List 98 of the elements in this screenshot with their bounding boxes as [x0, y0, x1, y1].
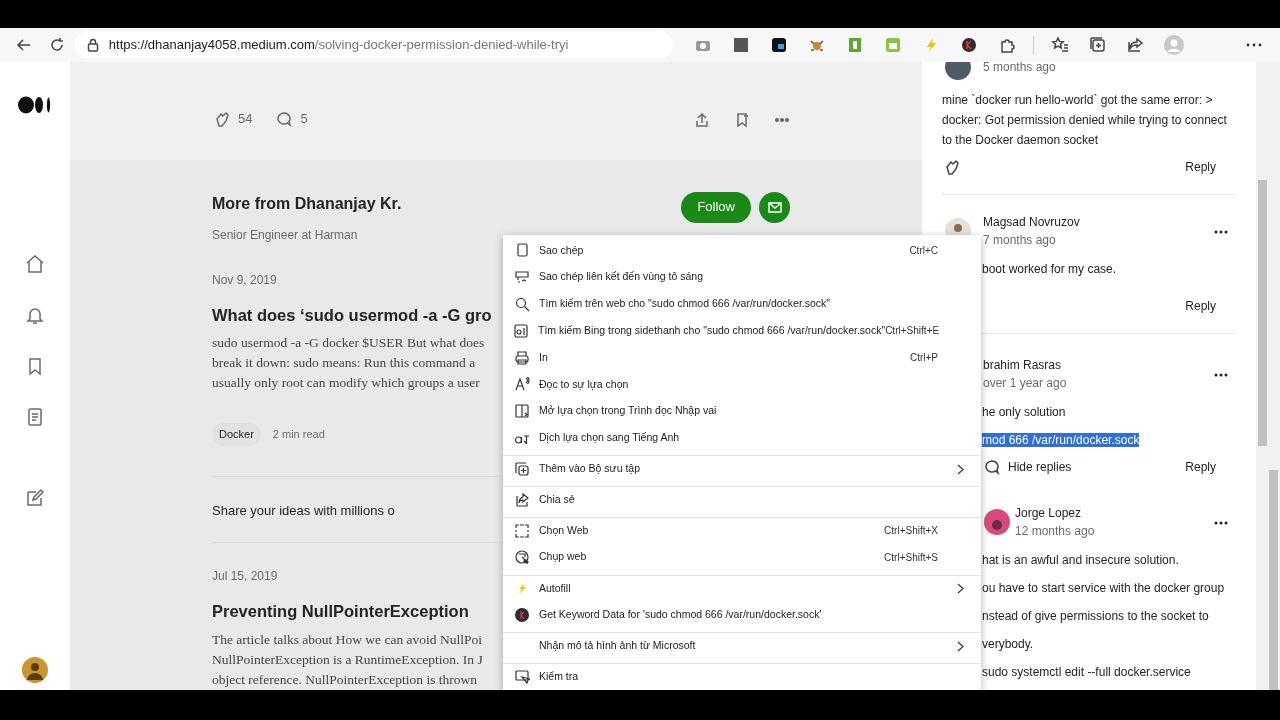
comment-time: 7 months ago	[983, 232, 1057, 249]
banner-text: Share your ideas with millions o	[212, 501, 395, 520]
collections-icon	[513, 461, 530, 478]
capture-icon	[513, 549, 530, 566]
favorites-icon	[1051, 36, 1069, 54]
extension-icon	[732, 36, 750, 54]
extension-icon	[513, 606, 530, 623]
excerpt-line: sudo usermod -a -G docker $USER But what does	[212, 334, 485, 353]
link-icon	[513, 269, 530, 286]
menu-item[interactable]: Kiểm tra	[503, 662, 981, 690]
excerpt-line: object reference. NullPointerException is thrown	[212, 671, 478, 689]
comment-time: 5 months ago	[983, 62, 1057, 76]
subscribe-button[interactable]	[759, 191, 790, 223]
menu-item[interactable]: Sao chép Ctrl+C	[503, 237, 981, 264]
avatar-icon	[984, 509, 1010, 535]
menu-item[interactable]: Tìm kiếm Bing trong sidethanh cho "sudo chmod 666 /var/run/docker.sock"Ctrl+Shift+E	[503, 317, 981, 345]
bookmark-icon	[734, 111, 750, 128]
sidebar-search-icon	[513, 322, 529, 339]
comment-icon	[276, 111, 293, 127]
share-icon	[1127, 36, 1145, 54]
comment-text: he only solution	[982, 405, 1066, 419]
follow-button[interactable]: Follow	[681, 191, 751, 223]
more-icon	[1214, 372, 1228, 377]
menu-item[interactable]: Chia sẻ	[503, 486, 981, 513]
menu-item[interactable]: Thêm vào Bộ sưu tập	[503, 455, 981, 483]
article-date: Nov 9, 2019	[212, 271, 277, 289]
print-icon	[513, 349, 530, 366]
read-time: 2 min read	[272, 427, 325, 443]
section-title: More from Dhananjay Kr.	[212, 193, 402, 214]
android-icon	[884, 36, 902, 54]
url-text: https://dhananjay4058.medium.com/solving-docker-permission-denied-while-tryi	[108, 36, 569, 55]
menu-item[interactable]: Tìm kiếm trên web cho "sudo chmod 666 /var/run/docker.sock"	[503, 290, 981, 318]
menu-item[interactable]: Nhận mô tả hình ảnh từ Microsoft	[503, 632, 981, 659]
reply-button[interactable]: Reply	[1185, 158, 1216, 176]
tag-chip[interactable]: Docker	[212, 423, 261, 446]
read-aloud-icon	[513, 376, 530, 393]
author-name[interactable]: brahim Rasras	[983, 356, 1214, 374]
menu-item[interactable]: Mở lựa chọn trong Trình đọc Nhập vai	[503, 397, 981, 425]
excerpt-line: NullPointerException is a RuntimeException. In J	[212, 651, 483, 669]
more-icon	[1214, 520, 1228, 525]
more-icon	[1214, 229, 1228, 234]
author-subtitle: Senior Engineer at Harman	[212, 226, 358, 244]
logo-icon[interactable]	[18, 96, 52, 114]
more-icon	[1246, 43, 1262, 47]
reply-button[interactable]: Reply	[1185, 297, 1216, 315]
menu-item[interactable]: Autofill	[503, 574, 981, 602]
menu-item[interactable]: Get Keyword Data for 'sudo chmod 666 /var/run/docker.sock'	[503, 601, 981, 629]
article-date: Jul 15, 2019	[212, 568, 278, 586]
share-icon	[513, 492, 530, 509]
puzzle-icon	[998, 36, 1016, 54]
comment-text: verybody.	[982, 637, 1034, 651]
comment-icon	[984, 459, 1000, 475]
comment-text: boot worked for my case.	[982, 262, 1117, 276]
extension-icon	[770, 36, 788, 54]
inspect-icon	[513, 668, 530, 685]
menu-item[interactable]: Sao chép liên kết đến vùng tô sáng	[503, 263, 981, 291]
refresh-icon	[48, 37, 65, 53]
clap-button[interactable]: 54	[212, 109, 253, 129]
menu-item[interactable]: Dịch lựa chọn sang Tiếng Anh	[503, 424, 981, 452]
extension-icon	[846, 36, 864, 54]
author-name[interactable]: Jorge Lopez	[1015, 504, 1214, 522]
responses-button[interactable]: 5	[276, 109, 308, 129]
write-icon[interactable]	[24, 487, 46, 509]
scrollbar[interactable]	[1256, 62, 1280, 690]
menu-item[interactable]: Chụp web Ctrl+Shift+S	[503, 543, 981, 571]
avatar-icon[interactable]	[22, 657, 48, 683]
menu-item[interactable]: In Ctrl+P	[503, 344, 981, 371]
collections-icon	[1089, 36, 1107, 54]
search-icon	[513, 296, 530, 312]
excerpt-line: The article talks about How we can avoid NullPoi	[212, 631, 482, 649]
share-icon	[694, 111, 710, 128]
comment-text: hat is an awful and insecure solution.	[982, 553, 1179, 567]
article-title[interactable]: What does ‘sudo usermod -a -G gro	[212, 302, 492, 328]
back-icon	[16, 37, 33, 53]
select-icon	[513, 522, 530, 539]
comment-text: nstead of give permissions to the socket to	[982, 609, 1209, 623]
lock-icon	[86, 38, 99, 52]
comment-text: mine `docker run hello-world` got the same error: > docker: Got permission denied while trying to connect to the Docker daemon socket	[942, 93, 1227, 147]
article-title[interactable]: Preventing NullPointerException	[212, 599, 469, 624]
comment-time: 12 months ago	[1015, 523, 1096, 540]
comment-text: sudo systemctl edit --full docker.service	[982, 665, 1191, 679]
more-icon	[774, 117, 790, 122]
comment-time: over 1 year ago	[983, 375, 1068, 392]
reader-icon	[513, 403, 530, 420]
hide-replies-button[interactable]: Hide replies	[984, 458, 1072, 476]
avatar-icon	[1163, 34, 1185, 56]
menu-item[interactable]: Đọc to sự lựa chọn	[503, 371, 981, 398]
comment-text: ou have to start service with the docker group	[982, 581, 1225, 595]
menu-item[interactable]: Chọn Web Ctrl+Shift+X	[503, 516, 981, 544]
excerpt-line: usually only root can modify which groups a user	[212, 374, 480, 393]
home-icon[interactable]	[24, 253, 46, 275]
extension-icon	[960, 36, 978, 54]
excerpt-line: break it down: sudo means: Run this command a	[212, 354, 476, 373]
mail-icon	[767, 201, 782, 213]
address-bar[interactable]: https://dhananjay4058.medium.com/solving-docker-permission-denied-while-tryi	[74, 31, 673, 59]
author-name[interactable]: Magsad Novruzov	[983, 213, 1214, 231]
comment-text: mod 666 /var/run/docker.sock	[982, 433, 1140, 447]
reply-button[interactable]: Reply	[1185, 458, 1216, 476]
